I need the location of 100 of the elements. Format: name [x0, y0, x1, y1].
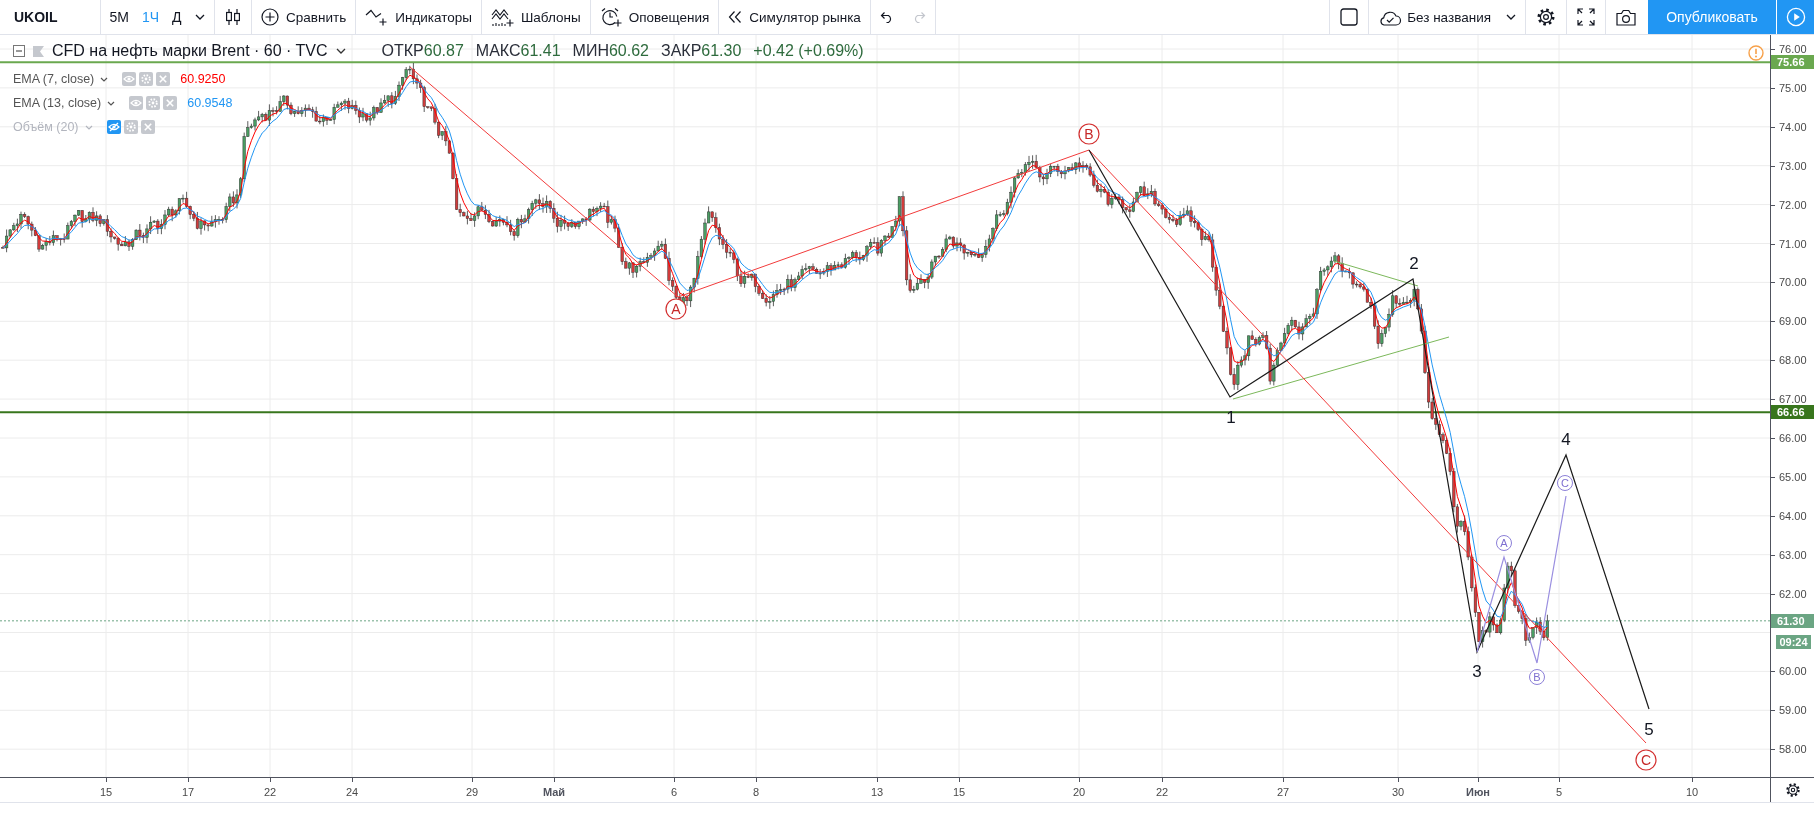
chevron-down-icon [195, 14, 206, 20]
close-icon[interactable] [156, 72, 171, 86]
time-label: 24 [345, 786, 359, 798]
indicator-name[interactable]: EMA (13, close) [13, 96, 102, 110]
settings-icon [1536, 7, 1556, 27]
settings-icon[interactable] [1784, 782, 1801, 798]
price-tick-label: 69.00 [1779, 315, 1807, 327]
price-tick-label: 60.00 [1779, 665, 1807, 677]
save-layout-button[interactable]: Без названия [1369, 0, 1525, 34]
wave-label: B [1078, 123, 1100, 145]
subwave-label: B [1529, 669, 1545, 685]
ohlc-label: ОТКР [381, 42, 424, 60]
price-axis[interactable]: 76.00 75.00 74.00 73.00 72.00 71.00 70.00 69.00 68.00 67.00 66.00 65.00 64.00 63.00 62.00 60.00 59.00 58.00 75.66 66.66 61.30 09:24 [1770, 35, 1814, 777]
time-label: 15 [952, 786, 966, 798]
indicator-value: 60.9250 [180, 72, 226, 86]
price-tick-label: 62.00 [1779, 588, 1807, 600]
wave-label: C [1635, 749, 1657, 771]
gear-icon[interactable] [123, 120, 138, 134]
price-label: 61.30 [1771, 613, 1814, 628]
time-label: 20 [1072, 786, 1086, 798]
gear-icon[interactable] [146, 96, 161, 110]
price-tick-label: 59.00 [1779, 704, 1807, 716]
price-tick-label: 71.00 [1779, 238, 1807, 249]
price-tick-label: 74.00 [1779, 121, 1807, 133]
alerts-button[interactable]: Оповещения [590, 0, 719, 34]
replay-button[interactable]: Симулятор рынка [719, 0, 870, 34]
indicator-value: 60.9548 [187, 96, 233, 110]
time-label: Июн [1466, 786, 1490, 798]
ohlc-label: МАКС [475, 42, 521, 60]
ohlc-value: 61.41 [520, 42, 561, 60]
interval-button[interactable]: Д [165, 0, 189, 34]
wave-number: 5 [1644, 720, 1654, 739]
price-tick-label: 72.00 [1779, 199, 1807, 211]
chevron-down-icon[interactable] [107, 100, 116, 106]
ohlc-value: 60.87 [423, 42, 464, 60]
play-circle-icon [1785, 7, 1806, 27]
time-axis[interactable]: 15 17 22 24 29 Май 6 8 13 15 20 22 27 30 Июн 5 10 [0, 777, 1814, 803]
time-label: 17 [181, 786, 195, 798]
time-label: 8 [752, 786, 760, 798]
symbol-title[interactable]: CFD на нефть марки Brent · 60 · TVC [52, 42, 328, 60]
candlestick-icon [225, 8, 242, 26]
flag-icon [33, 45, 44, 57]
ohlc-label: ЗАКР [661, 42, 702, 60]
fullscreen-icon [1577, 8, 1595, 26]
ohlc-value: 61.30 [701, 42, 742, 60]
camera-icon [1616, 8, 1636, 26]
time-label: 27 [1276, 786, 1290, 798]
wave-number: 3 [1472, 662, 1482, 681]
square-icon [1340, 8, 1359, 26]
compare-button[interactable]: Сравнить [252, 0, 356, 34]
wave-label: A [665, 298, 687, 320]
time-label: 13 [870, 786, 884, 798]
templates-button[interactable]: Шаблоны [481, 0, 590, 34]
price-tick-label: 66.00 [1779, 432, 1807, 444]
price-tick-label: 75.00 [1779, 82, 1807, 94]
subwave-label: C [1557, 475, 1573, 491]
chevron-down-icon [1506, 14, 1516, 20]
price-tick-label: 58.00 [1779, 743, 1807, 755]
rewind-icon [728, 10, 743, 24]
warning-icon[interactable] [1748, 45, 1764, 61]
close-icon[interactable] [140, 120, 155, 134]
time-label: 5 [1555, 786, 1563, 798]
subwave-label: A [1496, 535, 1512, 551]
time-label: 30 [1391, 786, 1405, 798]
close-icon[interactable] [163, 96, 178, 110]
price-tick-label: 70.00 [1779, 276, 1807, 288]
plus-circle-icon [261, 8, 280, 26]
price-tick-label: 64.00 [1779, 510, 1807, 522]
price-change: +0.42 (+0.69%) [753, 42, 864, 60]
time-label: 15 [99, 786, 113, 798]
interval-button[interactable]: 5М [103, 0, 136, 34]
time-label: 22 [263, 786, 277, 798]
symbol-name[interactable]: UKOIL [0, 0, 100, 34]
wave-number: 1 [1226, 408, 1236, 427]
indicators-button[interactable]: Индикаторы [356, 0, 481, 34]
price-tick-label: 67.00 [1779, 393, 1807, 405]
time-label: 22 [1155, 786, 1169, 798]
play-button[interactable] [1777, 0, 1814, 34]
chevron-down-icon[interactable] [335, 48, 346, 54]
eye-icon[interactable] [129, 96, 144, 110]
gear-icon[interactable] [139, 72, 154, 86]
time-label: Май [542, 786, 566, 798]
time-label: 6 [670, 786, 678, 798]
undo-icon [879, 11, 894, 23]
countdown-label: 09:24 [1776, 634, 1811, 649]
price-label: 66.66 [1771, 405, 1814, 420]
price-tick-label: 73.00 [1779, 160, 1807, 172]
chevron-down-icon[interactable] [100, 76, 109, 82]
collapse-icon[interactable] [13, 45, 25, 57]
price-tick-label: 63.00 [1779, 549, 1807, 561]
wave-number: 2 [1409, 254, 1419, 273]
alarm-clock-icon [599, 7, 622, 27]
indicator-name[interactable]: EMA (7, close) [13, 72, 95, 86]
price-tick-label: 68.00 [1779, 354, 1807, 366]
eye-icon[interactable] [122, 72, 137, 86]
time-label: 29 [465, 786, 479, 798]
ohlc-value: 60.62 [608, 42, 649, 60]
ohlc-label: МИН [572, 42, 609, 60]
price-tick-label: 65.00 [1779, 471, 1807, 483]
price-label: 75.66 [1771, 55, 1814, 70]
